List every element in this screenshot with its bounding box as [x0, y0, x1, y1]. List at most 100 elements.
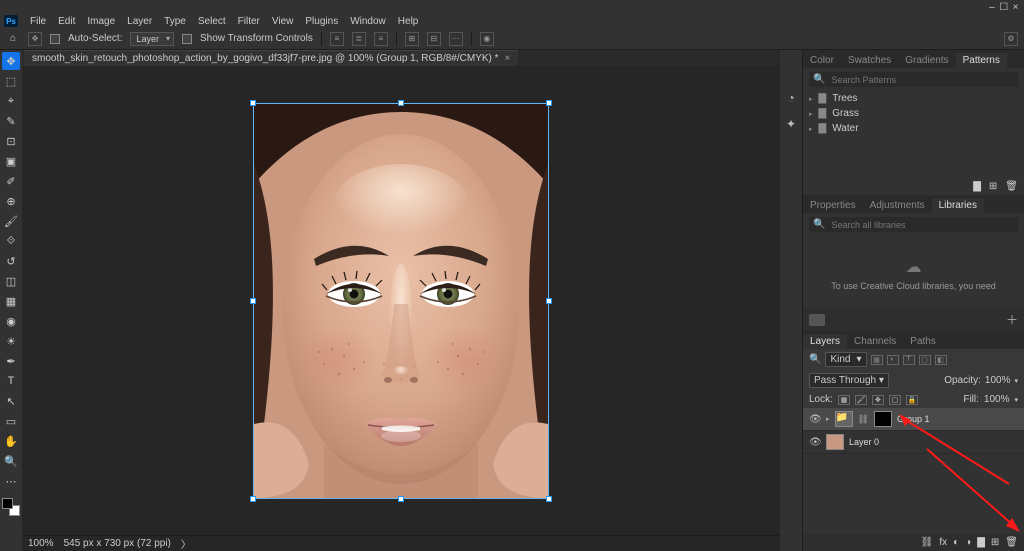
tab-libraries[interactable]: Libraries — [932, 198, 984, 213]
blur-tool[interactable]: ◉ — [2, 312, 20, 330]
align-left-icon[interactable]: ≡ — [330, 32, 344, 46]
more-icon[interactable]: ⋯ — [449, 32, 463, 46]
minimize-button[interactable]: – — [987, 2, 996, 13]
lock-position-icon[interactable]: ✥ — [872, 395, 884, 405]
transform-handle-bm[interactable] — [398, 496, 404, 502]
new-layer-icon[interactable]: ⊞ — [991, 537, 999, 548]
align-center-icon[interactable]: ≣ — [352, 32, 366, 46]
document-tab[interactable]: smooth_skin_retouch_photoshop_action_by_… — [24, 50, 518, 66]
pen-tool[interactable]: ✒ — [2, 352, 20, 370]
close-tab-icon[interactable]: × — [505, 53, 511, 64]
3d-mode-icon[interactable]: ◉ — [480, 32, 494, 46]
fill-value[interactable]: 100% — [984, 394, 1010, 405]
history-panel-icon[interactable]: ◔ — [783, 90, 799, 106]
close-button[interactable]: × — [1011, 2, 1020, 13]
tab-gradients[interactable]: Gradients — [898, 53, 955, 68]
delete-icon[interactable]: 🗑 — [1005, 181, 1018, 192]
filter-kind-dropdown[interactable]: Kind▾ — [825, 352, 866, 367]
healing-tool[interactable]: ⊕ — [2, 192, 20, 210]
pattern-folder-trees[interactable]: ▸ ▇ Trees — [809, 91, 1018, 106]
menu-view[interactable]: View — [272, 16, 294, 27]
canvas[interactable] — [22, 66, 780, 535]
transform-handle-tr[interactable] — [546, 100, 552, 106]
layer-name[interactable]: Layer 0 — [849, 437, 879, 447]
filter-shape-icon[interactable]: ▢ — [919, 355, 931, 365]
transform-handle-mr[interactable] — [546, 298, 552, 304]
new-group-icon[interactable]: ▇ — [977, 537, 985, 548]
menu-file[interactable]: File — [30, 16, 46, 27]
crop-tool[interactable]: ⊡ — [2, 132, 20, 150]
lasso-tool[interactable]: ⌖ — [2, 92, 20, 110]
visibility-toggle-icon[interactable]: 👁 — [809, 414, 821, 425]
move-tool[interactable]: ✥ — [2, 52, 20, 70]
fx-icon[interactable]: fx — [939, 537, 947, 548]
gradient-tool[interactable]: ▦ — [2, 292, 20, 310]
mask-icon[interactable]: ◐ — [953, 537, 959, 548]
show-transform-checkbox[interactable] — [182, 34, 192, 44]
lock-transparency-icon[interactable]: ▦ — [838, 395, 850, 405]
dodge-tool[interactable]: ☀ — [2, 332, 20, 350]
transform-handle-br[interactable] — [546, 496, 552, 502]
image-transform-box[interactable] — [254, 104, 548, 498]
mask-link-icon[interactable]: ⛓ — [858, 414, 869, 425]
menu-plugins[interactable]: Plugins — [305, 16, 338, 27]
add-library-icon[interactable]: ＋ — [1006, 311, 1018, 328]
status-chevron-icon[interactable]: 〉 — [181, 536, 191, 551]
eraser-tool[interactable]: ◫ — [2, 272, 20, 290]
tab-layers[interactable]: Layers — [803, 334, 847, 349]
layer-item-layer0[interactable]: 👁 Layer 0 — [803, 431, 1024, 454]
menu-edit[interactable]: Edit — [58, 16, 75, 27]
auto-select-dropdown[interactable]: Layer — [130, 32, 174, 46]
shape-tool[interactable]: ▭ — [2, 412, 20, 430]
layer-name[interactable]: Group 1 — [897, 414, 930, 424]
tab-patterns[interactable]: Patterns — [956, 53, 1007, 68]
transform-handle-tl[interactable] — [250, 100, 256, 106]
adjustment-icon[interactable]: ◑ — [965, 537, 971, 548]
zoom-tool[interactable]: 🔍 — [2, 452, 20, 470]
hand-tool[interactable]: ✋ — [2, 432, 20, 450]
tab-color[interactable]: Color — [803, 53, 841, 68]
zoom-level[interactable]: 100% — [28, 538, 54, 549]
home-icon[interactable]: ⌂ — [6, 32, 20, 46]
stamp-tool[interactable]: ⟐ — [2, 232, 20, 250]
frame-tool[interactable]: ▣ — [2, 152, 20, 170]
search-patterns-input[interactable] — [831, 75, 1014, 85]
new-pattern-icon[interactable]: ⊞ — [989, 181, 997, 192]
color-swatches[interactable] — [2, 498, 20, 516]
opacity-value[interactable]: 100% — [985, 375, 1011, 386]
blend-mode-dropdown[interactable]: Pass Through ▾ — [809, 373, 889, 388]
transform-handle-bl[interactable] — [250, 496, 256, 502]
foreground-color[interactable] — [2, 498, 13, 509]
type-tool[interactable]: T — [2, 372, 20, 390]
transform-handle-ml[interactable] — [250, 298, 256, 304]
filter-search-icon[interactable]: 🔍 — [809, 354, 821, 365]
filter-smart-icon[interactable]: ◧ — [935, 355, 947, 365]
tab-paths[interactable]: Paths — [903, 334, 943, 349]
history-brush-tool[interactable]: ↺ — [2, 252, 20, 270]
menu-select[interactable]: Select — [198, 16, 226, 27]
brush-tool[interactable]: 🖌 — [2, 212, 20, 230]
align-right-icon[interactable]: ≡ — [374, 32, 388, 46]
distribute2-icon[interactable]: ⊟ — [427, 32, 441, 46]
search-libraries-input[interactable] — [831, 220, 1014, 230]
lock-artboard-icon[interactable]: ▢ — [889, 395, 901, 405]
link-layers-icon[interactable]: ⛓ — [921, 537, 934, 548]
quick-select-tool[interactable]: ✎ — [2, 112, 20, 130]
chevron-right-icon[interactable]: ▸ — [826, 415, 830, 423]
path-select-tool[interactable]: ↖ — [2, 392, 20, 410]
pattern-folder-grass[interactable]: ▸ ▇ Grass — [809, 106, 1018, 121]
tab-swatches[interactable]: Swatches — [841, 53, 898, 68]
menu-type[interactable]: Type — [164, 16, 186, 27]
auto-select-checkbox[interactable] — [50, 34, 60, 44]
lock-image-icon[interactable]: 🖌 — [855, 395, 867, 405]
filter-type-icon[interactable]: T — [903, 355, 915, 365]
menu-filter[interactable]: Filter — [238, 16, 260, 27]
menu-layer[interactable]: Layer — [127, 16, 152, 27]
layer-item-group1[interactable]: 👁 ▸ 📁 ⛓ Group 1 — [803, 408, 1024, 431]
maximize-button[interactable]: ☐ — [999, 2, 1008, 13]
marquee-tool[interactable]: ⬚ — [2, 72, 20, 90]
pattern-folder-water[interactable]: ▸ ▇ Water — [809, 121, 1018, 136]
menu-help[interactable]: Help — [398, 16, 419, 27]
menu-window[interactable]: Window — [350, 16, 386, 27]
distribute-icon[interactable]: ⊞ — [405, 32, 419, 46]
